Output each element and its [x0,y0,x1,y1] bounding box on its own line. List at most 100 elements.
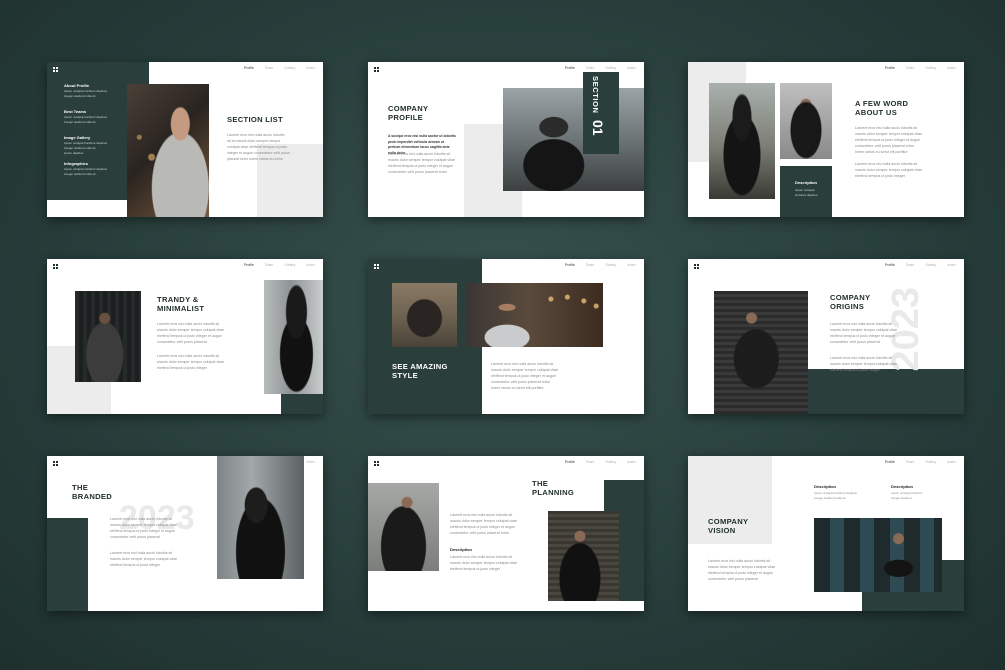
slide-body-2: Laoreet eros nisi nulla aucto lobortis s… [157,354,225,370]
nav-gallery[interactable]: Gallery [605,263,616,267]
section-number: 01 [590,120,606,136]
nav-team[interactable]: Team [265,263,274,267]
nav-gallery[interactable]: Gallery [925,66,936,70]
nav-index[interactable]: Index [306,263,315,267]
slide-the-planning[interactable]: Profile Team Gallery Index THE PLANNING … [368,456,644,611]
logo-icon [53,67,58,72]
slide-body: Laoreet eros nisi nulla aucto lobortis s… [708,559,776,581]
logo-icon [374,264,379,269]
lights-photo [466,283,603,347]
slide-title: COMPANY PROFILE [388,104,429,122]
section-tab [583,72,619,154]
slide-body-2: Laoreet eros nisi nulla aucto lobortis s… [110,551,178,567]
nav-gallery[interactable]: Gallery [605,66,616,70]
nav-index[interactable]: Index [627,66,636,70]
slide-trendy-minimalist[interactable]: Profile Team Gallery Index TRANDY & MINI… [47,259,323,414]
logo-icon [694,264,699,269]
sidebar-text-teams: Ipsum volutpat tincidunt dapibus integer… [64,115,107,124]
slide-body: Laoreet eros nisi nulla aucto lobortis s… [227,133,290,161]
nav-index[interactable]: Index [306,460,315,464]
city-bike-photo [217,456,304,579]
tshirt-photo [780,83,832,159]
nav-team[interactable]: Team [586,263,595,267]
nav-profile[interactable]: Profile [244,263,254,267]
garage-photo [548,511,619,601]
slide-title: THE BRANDED [72,483,113,501]
nav-team[interactable]: Team [906,66,915,70]
slide-body-2: Laoreet eros nisi nulla aucto lobortis s… [830,356,898,372]
top-nav: Profile Team Gallery Index [565,263,636,267]
sidebar-label-infographics: Infographics [64,161,89,166]
slide-body-1: Laoreet eros nisi nulla aucto lobortis s… [855,126,923,154]
slide-body-2: Laoreet eros nisi nulla aucto lobortis s… [450,555,518,571]
nav-profile[interactable]: Profile [565,460,575,464]
slide-see-amazing-style[interactable]: Profile Team Gallery Index SEE AMAZING S… [368,259,644,414]
description-label-1: Description [814,484,837,489]
slide-title: COMPANY ORIGINS [830,293,871,311]
slide-title: SEE AMAZING STYLE [392,362,448,380]
sidebar-text-gallery: Ipsum volutpat tincidunt dapibus integer… [64,141,107,155]
nav-team[interactable]: Team [265,66,274,70]
top-nav: Profile Team Gallery Index [885,263,956,267]
nav-gallery[interactable]: Gallery [925,263,936,267]
nav-profile[interactable]: Profile [565,263,575,267]
logo-icon [374,67,379,72]
section-num: 01 [590,120,606,136]
top-nav: Profile Team Gallery Index [244,66,315,70]
decor-dark-block [281,394,323,414]
slide-section-list[interactable]: Profile Team Gallery Index About Profile… [47,62,323,217]
slide-company-origins[interactable]: Profile Team Gallery Index 2023 COMPANY … [688,259,964,414]
slide-title: TRANDY & MINIMALIST [157,295,205,313]
slide-body-1: Laoreet eros nisi nulla aucto lobortis s… [830,322,898,344]
left-dark-panel [47,518,88,611]
nav-gallery[interactable]: Gallery [284,66,295,70]
nav-profile[interactable]: Profile [885,460,895,464]
nav-team[interactable]: Team [586,66,595,70]
nav-team[interactable]: Team [586,460,595,464]
nav-gallery[interactable]: Gallery [284,263,295,267]
nav-index[interactable]: Index [306,66,315,70]
nav-gallery[interactable]: Gallery [605,460,616,464]
sidebar-text-about: Ipsum volutpat tincidunt dapibus integer… [64,89,107,98]
sidebar-label-teams: Best Teams [64,109,87,114]
nav-index[interactable]: Index [627,263,636,267]
motorcycle-photo [503,88,644,191]
nav-team[interactable]: Team [906,460,915,464]
nav-index[interactable]: Index [947,263,956,267]
crouch-photo [392,283,457,347]
nav-profile[interactable]: Profile [885,263,895,267]
nav-index[interactable]: Index [947,460,956,464]
slide-body-1: Laoreet eros nisi nulla aucto lobortis s… [450,513,518,535]
nav-profile[interactable]: Profile [885,66,895,70]
description-label: Description [795,180,818,185]
slide-title: COMPANY VISION [708,517,749,535]
slide-about-us[interactable]: Profile Team Gallery Index Description I… [688,62,964,217]
slide-company-profile[interactable]: Profile Team Gallery Index SECTION 01 CO… [368,62,644,217]
slide-body: Laoreet eros nisi nulla aucto lobortis s… [491,362,559,390]
description-text: Ipsum volutpat tincidunt dapibus [795,188,818,197]
description-text-2: Ipsum volutpat tincidunt integer eleifen… [891,491,923,500]
slide-the-branded[interactable]: Profile Team Gallery Index 2023 THE BRAN… [47,456,323,611]
nav-team[interactable]: Team [906,263,915,267]
slide-company-vision[interactable]: Profile Team Gallery Index Description I… [688,456,964,611]
sidebar-label-about: About Profile [64,83,90,88]
section-label: SECTION [591,76,600,114]
side-pose-photo [264,280,323,394]
nav-gallery[interactable]: Gallery [925,460,936,464]
nav-index[interactable]: Index [947,66,956,70]
logo-icon [53,264,58,269]
nav-profile[interactable]: Profile [244,66,254,70]
top-nav: Profile Team Gallery Index [885,460,956,464]
section-word: SECTION [591,76,600,114]
description-text-1: Ipsum volutpat tincidunt dapibus integer… [814,491,857,500]
nav-index[interactable]: Index [627,460,636,464]
decor-dark-block [808,369,964,414]
top-nav: Profile Team Gallery Index [565,460,636,464]
rider-photo [368,483,439,571]
seated-photo [714,291,808,414]
top-nav: Profile Team Gallery Index [885,66,956,70]
sidebar-text-infographics: Ipsum volutpat tincidunt dapibus integer… [64,167,107,176]
slide-body-1: Laoreet eros nisi nulla aucto lobortis s… [110,517,178,539]
slide-body: Laoreet eros nisi nulla aucto lobortis s… [388,152,456,174]
nav-profile[interactable]: Profile [565,66,575,70]
